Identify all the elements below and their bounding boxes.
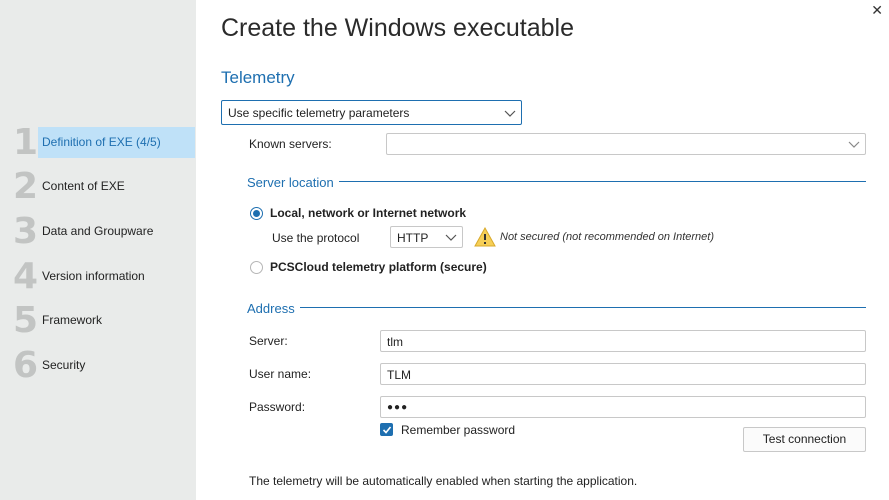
username-input[interactable]: TLM	[380, 363, 866, 385]
section-title: Telemetry	[221, 68, 295, 87]
password-value: ●●●	[387, 402, 409, 413]
step-label: Security	[42, 358, 86, 372]
step-security[interactable]: 6 Security	[0, 345, 196, 386]
server-value: tlm	[387, 335, 403, 349]
step-number: 2	[13, 166, 39, 207]
step-definition-of-exe[interactable]: 1 Definition of EXE (4/5)	[0, 122, 196, 163]
chevron-down-icon	[504, 110, 516, 117]
page-title: Create the Windows executable	[221, 14, 574, 42]
warning-triangle-icon	[474, 227, 496, 247]
step-label: Version information	[42, 269, 145, 283]
close-icon[interactable]: ✕	[871, 3, 883, 17]
radio-pcscloud[interactable]	[250, 261, 263, 274]
server-input[interactable]: tlm	[380, 330, 866, 352]
radio-local-network[interactable]	[250, 207, 263, 220]
protocol-warning-text: Not secured (not recommended on Internet…	[500, 231, 715, 243]
wizard-sidebar: 1 Definition of EXE (4/5) 2 Content of E…	[0, 0, 196, 500]
group-divider	[247, 307, 866, 308]
password-label: Password:	[249, 400, 306, 414]
protocol-label: Use the protocol	[272, 231, 360, 245]
protocol-select[interactable]: HTTP	[390, 226, 463, 248]
known-servers-label: Known servers:	[249, 137, 332, 151]
password-input[interactable]: ●●●	[380, 396, 866, 418]
username-label: User name:	[249, 367, 312, 381]
test-connection-button[interactable]: Test connection	[743, 427, 866, 452]
telemetry-info-note: The telemetry will be automatically enab…	[249, 474, 638, 488]
step-number: 6	[13, 345, 39, 386]
telemetry-mode-select[interactable]: Use specific telemetry parameters	[221, 100, 522, 125]
step-number: 4	[13, 256, 39, 297]
protocol-value: HTTP	[397, 231, 429, 245]
step-label: Framework	[42, 313, 103, 327]
telemetry-mode-value: Use specific telemetry parameters	[228, 106, 410, 120]
server-location-title: Server location	[247, 175, 339, 190]
step-label: Definition of EXE (4/5)	[42, 135, 161, 149]
radio-pcscloud-label[interactable]: PCSCloud telemetry platform (secure)	[270, 260, 487, 274]
step-content-of-exe[interactable]: 2 Content of EXE	[0, 166, 196, 207]
chevron-down-icon	[445, 234, 457, 241]
checkmark-icon	[382, 426, 392, 434]
step-number: 5	[13, 300, 39, 341]
step-version-information[interactable]: 4 Version information	[0, 256, 196, 297]
step-data-and-groupware[interactable]: 3 Data and Groupware	[0, 211, 196, 252]
step-number: 3	[13, 211, 39, 252]
known-servers-select[interactable]	[386, 133, 866, 155]
address-title: Address	[247, 301, 300, 316]
server-label: Server:	[249, 334, 288, 348]
step-label: Content of EXE	[42, 179, 125, 193]
step-number: 1	[13, 122, 39, 163]
chevron-down-icon	[848, 141, 860, 148]
remember-password-checkbox[interactable]	[380, 423, 393, 436]
group-divider	[247, 181, 866, 182]
step-framework[interactable]: 5 Framework	[0, 300, 196, 341]
remember-password-label[interactable]: Remember password	[401, 423, 515, 437]
username-value: TLM	[387, 368, 411, 382]
step-label: Data and Groupware	[42, 224, 154, 238]
radio-local-network-label[interactable]: Local, network or Internet network	[270, 206, 466, 220]
